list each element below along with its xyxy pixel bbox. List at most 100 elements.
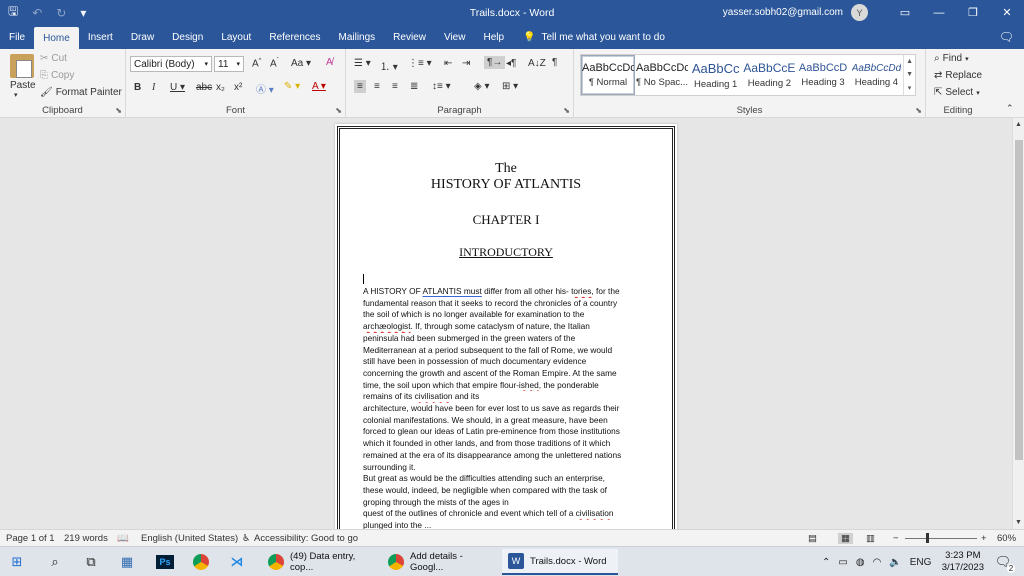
tab-home[interactable]: Home [34,27,79,49]
decrease-indent-icon[interactable]: ⇤ [444,58,452,69]
photoshop-icon[interactable]: Ps [152,547,178,576]
taskbar-app-chrome-2[interactable]: Add details - Googl... [382,549,500,575]
customize-quick-access-icon[interactable]: ▾ [80,6,86,20]
sort-icon[interactable]: A↓Z [528,58,546,69]
zoom-in-icon[interactable]: + [981,533,987,544]
vscode-icon[interactable]: ⋊ [224,547,250,576]
word-count[interactable]: 219 words [64,533,108,544]
paste-button[interactable]: Paste [10,80,36,91]
input-language[interactable]: ENG [910,557,932,568]
tab-review[interactable]: Review [384,25,435,49]
scroll-down-icon[interactable]: ▼ [1015,519,1022,526]
tab-insert[interactable]: Insert [79,25,122,49]
comments-icon[interactable]: 🗨 [999,30,1014,44]
show-formatting-icon[interactable]: ¶ [552,57,557,68]
subscript-icon[interactable]: x₂ [216,82,225,93]
zoom-slider[interactable] [905,538,977,539]
underline-icon[interactable]: U ▾ [170,82,185,93]
web-layout-icon[interactable]: ▥ [866,533,875,544]
user-email[interactable]: yasser.sobh02@gmail.com [723,7,843,18]
document-area[interactable]: The HISTORY OF ATLANTIS CHAPTER I INTROD… [0,118,1012,529]
find-button[interactable]: ⌕ Find ▾ [934,53,969,64]
borders-icon[interactable]: ⊞ ▾ [502,81,518,92]
focus-icon[interactable]: ▤ [808,533,817,544]
taskbar-app-word[interactable]: W Trails.docx - Word [502,549,618,575]
battery-icon[interactable]: ▭ [838,557,847,568]
clear-formatting-icon[interactable]: A̸ [326,57,333,68]
align-center-icon[interactable]: ≡ [374,81,380,92]
redo-icon[interactable]: ↻ [56,6,66,20]
save-icon[interactable]: 🖫 [8,2,18,23]
avatar[interactable]: Y [851,4,868,21]
close-icon[interactable]: ✕ [990,0,1024,25]
ltr-icon[interactable]: ¶→ [484,56,506,69]
clipboard-launcher-icon[interactable]: ⬊ [115,106,122,115]
replace-button[interactable]: ⇄ Replace [934,70,982,81]
align-left-icon[interactable]: ≡ [354,80,366,93]
chevron-down-icon[interactable]: ▼ [906,71,913,78]
style-heading-3[interactable]: AaBbCcD Heading 3 [796,55,849,95]
styles-launcher-icon[interactable]: ⬊ [915,106,922,115]
font-color-icon[interactable]: A ▾ [312,81,326,92]
scroll-thumb[interactable] [1015,140,1023,460]
style-no-spacing[interactable]: AaBbCcDc ¶ No Spac... [635,55,689,95]
multilevel-list-icon[interactable]: ⋮≡ ▾ [408,58,432,69]
shrink-font-icon[interactable]: Aˇ [270,58,279,69]
align-right-icon[interactable]: ≡ [392,81,398,92]
tab-layout[interactable]: Layout [212,25,260,49]
style-normal[interactable]: AaBbCcDc ¶ Normal [581,55,635,95]
justify-icon[interactable]: ≣ [410,81,418,92]
bullets-icon[interactable]: ☰ ▾ [354,58,371,69]
document-page[interactable]: The HISTORY OF ATLANTIS CHAPTER I INTROD… [335,124,677,529]
strikethrough-icon[interactable]: abc [196,82,212,93]
grow-font-icon[interactable]: A^ [252,58,262,69]
style-heading-2[interactable]: AaBbCcE Heading 2 [742,55,796,95]
paragraph-launcher-icon[interactable]: ⬊ [563,106,570,115]
paste-dropdown-icon[interactable]: ▾ [14,91,18,99]
network-icon[interactable]: ◍ [856,557,865,568]
format-painter-button[interactable]: 🖌 Format Painter [40,87,122,98]
tab-file[interactable]: File [0,25,34,49]
notifications-icon[interactable]: 🗨 2 [990,547,1016,576]
numbering-icon[interactable]: ⒈ ▾ [380,58,398,73]
task-view-icon[interactable]: ⧉ [78,547,104,576]
document-body[interactable]: A HISTORY OF ATLANTIS must differ from a… [363,286,649,529]
minimize-icon[interactable]: — [922,0,956,25]
search-icon[interactable]: ⌕ [42,547,68,576]
rtl-icon[interactable]: ◂¶ [506,58,516,69]
chevron-up-icon[interactable]: ▲ [906,58,913,65]
shading-icon[interactable]: ◈ ▾ [474,81,490,92]
tab-design[interactable]: Design [163,25,212,49]
bold-icon[interactable]: B [134,82,141,93]
windows-start-icon[interactable]: ⊞ [4,547,30,576]
clock[interactable]: 3:23 PM 3/17/2023 [942,550,984,574]
ribbon-display-options-icon[interactable]: ▭ [888,0,922,25]
zoom-level[interactable]: 60% [997,533,1016,544]
increase-indent-icon[interactable]: ⇥ [462,58,470,69]
more-icon[interactable]: ▾ [908,84,912,92]
font-name-combo[interactable]: Calibri (Body) ▾ [130,56,212,72]
style-heading-1[interactable]: AaBbCc Heading 1 [689,55,742,95]
select-button[interactable]: ⇱ Select ▾ [934,87,980,98]
tab-references[interactable]: References [260,25,329,49]
italic-icon[interactable]: I [152,82,155,93]
chrome-icon[interactable] [188,547,214,576]
zoom-out-icon[interactable]: − [893,533,899,544]
calendar-app-icon[interactable]: ▦ [114,547,140,576]
vertical-scrollbar[interactable]: ▲ ▼ [1012,118,1024,529]
style-heading-4[interactable]: AaBbCcDd Heading 4 [850,55,903,95]
taskbar-app-chrome-1[interactable]: (49) Data entry, cop... [262,549,380,575]
change-case-button[interactable]: Aa ▾ [291,58,311,69]
language-status[interactable]: English (United States) [141,533,238,544]
line-spacing-icon[interactable]: ↕≡ ▾ [432,81,451,92]
zoom-slider-thumb[interactable] [926,533,929,543]
copy-button[interactable]: ⎘ Copy [40,70,74,81]
page-count[interactable]: Page 1 of 1 [6,533,55,544]
restore-icon[interactable]: ❐ [956,0,990,25]
text-effects-icon[interactable]: Ⓐ ▾ [256,81,274,96]
font-size-combo[interactable]: 11 ▾ [214,56,244,72]
tab-help[interactable]: Help [474,25,513,49]
wifi-icon[interactable]: ◠ [873,557,882,568]
tab-draw[interactable]: Draw [122,25,163,49]
collapse-ribbon-icon[interactable]: ⌃ [1006,103,1014,114]
